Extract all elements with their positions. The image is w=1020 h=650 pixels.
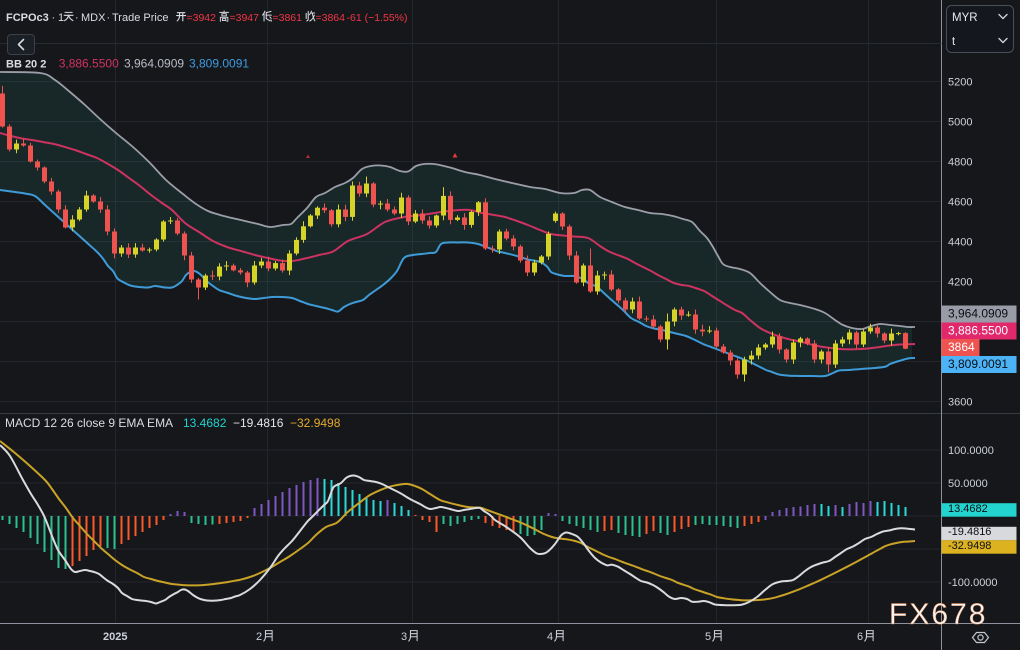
svg-text:MYR: MYR: [952, 12, 978, 24]
svg-text:=3861: =3861: [273, 12, 303, 24]
svg-text:3864: 3864: [948, 340, 975, 354]
svg-text:100.0000: 100.0000: [948, 445, 994, 457]
svg-text:13.4682: 13.4682: [948, 503, 988, 515]
svg-text:FX678: FX678: [889, 598, 987, 631]
svg-text:-32.9498: -32.9498: [948, 540, 991, 552]
svg-text:·: ·: [107, 12, 111, 24]
svg-text:5200: 5200: [948, 77, 972, 89]
svg-text:3: 3: [401, 631, 407, 643]
svg-text:3600: 3600: [948, 397, 972, 409]
svg-text:4: 4: [547, 631, 553, 643]
svg-text:−32.9498: −32.9498: [290, 416, 341, 430]
svg-text:3,886.5500: 3,886.5500: [59, 57, 119, 71]
svg-text:5000: 5000: [948, 117, 972, 129]
svg-text:13.4682: 13.4682: [183, 416, 227, 430]
svg-text:4600: 4600: [948, 197, 972, 209]
svg-text:BB 20 2: BB 20 2: [6, 59, 46, 71]
svg-text:-61 (−1.55%): -61 (−1.55%): [347, 12, 408, 24]
svg-text:6: 6: [857, 631, 863, 643]
svg-text:·: ·: [75, 12, 79, 24]
svg-text:MDX: MDX: [81, 12, 106, 24]
svg-text:3,809.0091: 3,809.0091: [948, 357, 1008, 371]
svg-text:4400: 4400: [948, 237, 972, 249]
svg-text:3,809.0091: 3,809.0091: [189, 57, 249, 71]
svg-text:2025: 2025: [103, 631, 127, 643]
svg-text:3,886.5500: 3,886.5500: [948, 324, 1008, 338]
svg-text:=3947: =3947: [230, 12, 260, 24]
svg-text:4200: 4200: [948, 277, 972, 289]
svg-text:−19.4816: −19.4816: [233, 416, 284, 430]
svg-text:Trade Price: Trade Price: [112, 12, 168, 24]
svg-text:MACD 12 26 close 9 EMA EMA: MACD 12 26 close 9 EMA EMA: [5, 416, 173, 430]
svg-text:-19.4816: -19.4816: [948, 526, 991, 538]
svg-text:4800: 4800: [948, 157, 972, 169]
svg-text:3,964.0909: 3,964.0909: [124, 57, 184, 71]
svg-text:=3864: =3864: [316, 12, 346, 24]
svg-text:5: 5: [705, 631, 711, 643]
svg-text:-100.0000: -100.0000: [948, 577, 998, 589]
svg-text:=3942: =3942: [187, 12, 217, 24]
svg-text:1: 1: [58, 12, 64, 24]
svg-text:3,964.0909: 3,964.0909: [948, 307, 1008, 321]
svg-text:FCPOc3: FCPOc3: [6, 12, 49, 24]
svg-text:50.0000: 50.0000: [948, 478, 988, 490]
svg-text:2: 2: [256, 631, 262, 643]
svg-text:·: ·: [52, 12, 56, 24]
